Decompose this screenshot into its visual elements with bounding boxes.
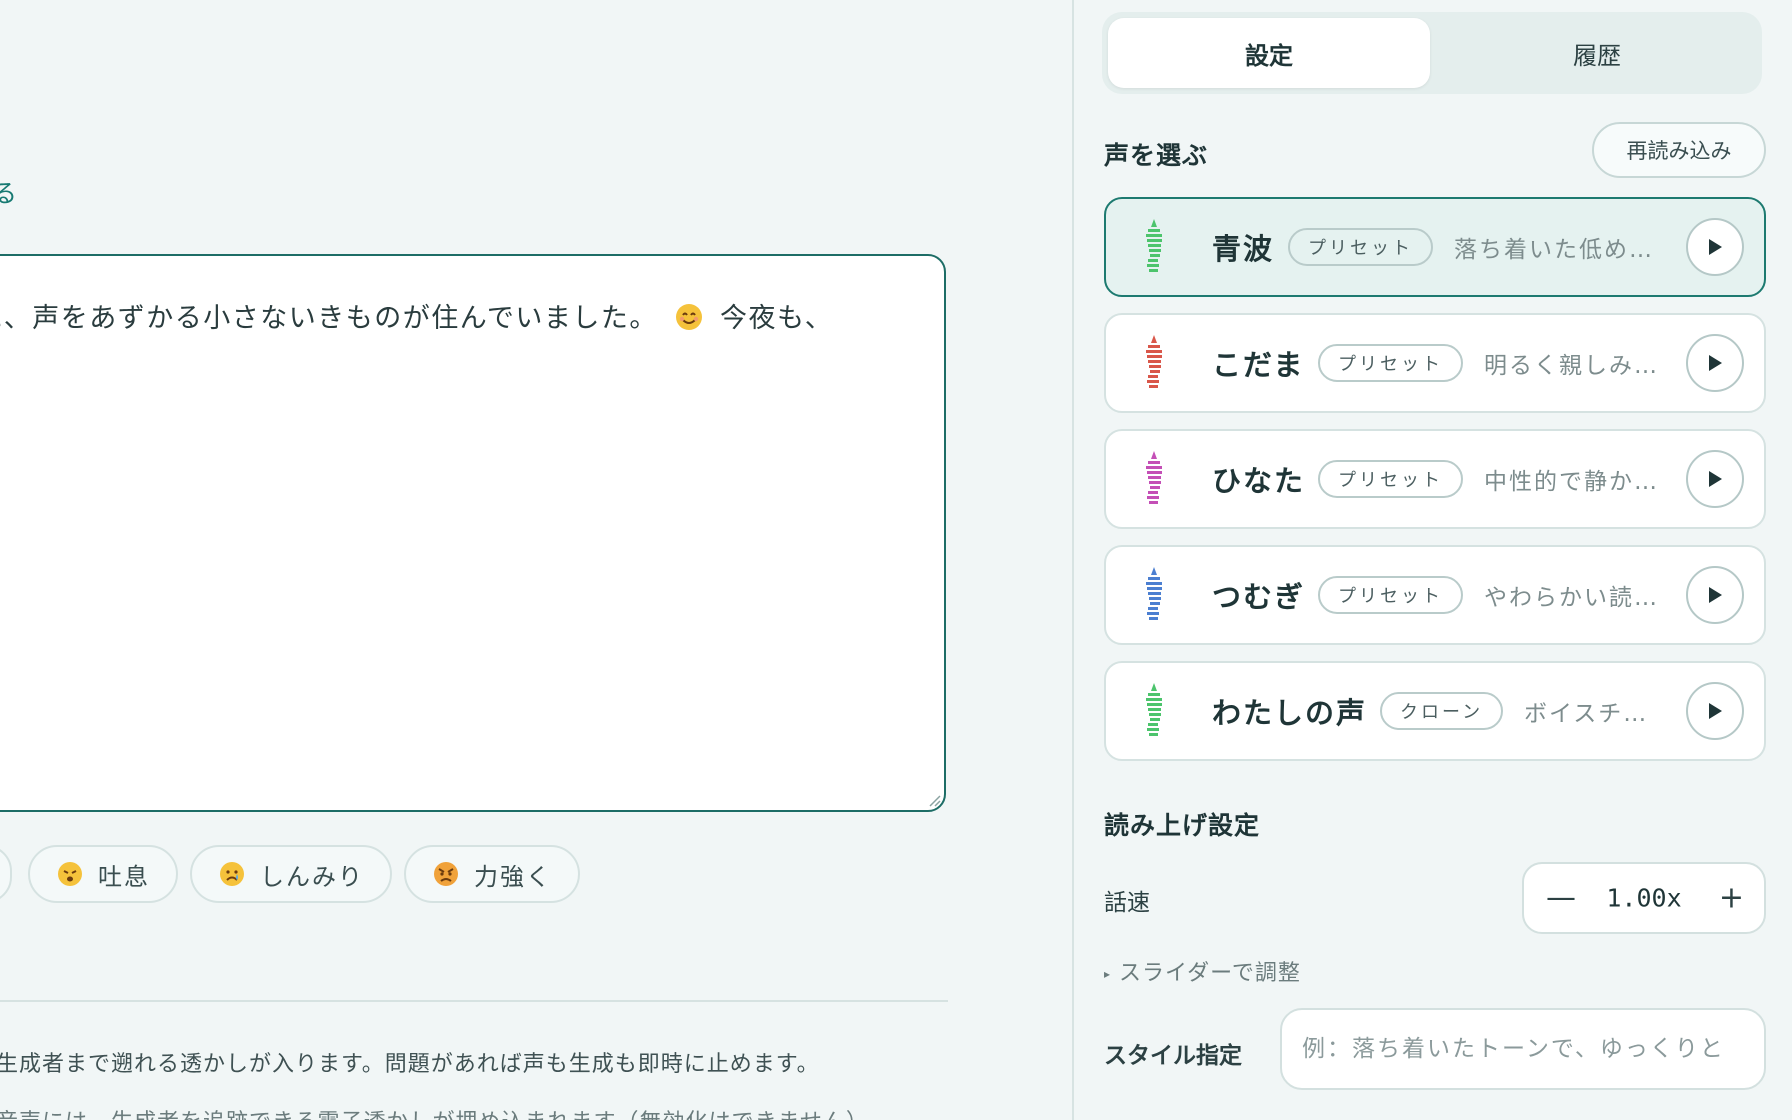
play-icon (1709, 587, 1722, 603)
emotion-chip-partial[interactable] (0, 845, 12, 903)
caret-right-icon: ▸ (1104, 967, 1112, 981)
partial-link[interactable]: る (0, 174, 17, 210)
play-icon (1709, 355, 1722, 371)
play-button[interactable] (1686, 334, 1744, 392)
watermark-notice: 生成者まで遡れる透かしが入ります。問題があれば声も生成も即時に止めます。 (0, 1052, 820, 1077)
voice-description: 落ち着いた低め… (1454, 237, 1654, 263)
text-editor[interactable]: に、声をあずかる小さないきものが住んでいました。 今夜も、 (0, 254, 946, 812)
editor-text-main: に、声をあずかる小さないきものが住んでいました。 (0, 303, 658, 334)
speed-stepper: — 1.00x + (1522, 862, 1766, 934)
editor-text-tail: 今夜も、 (720, 303, 834, 334)
emotion-chip-sigh[interactable]: 吐息 (28, 845, 178, 903)
voice-section-title: 声を選ぶ (1104, 141, 1209, 170)
sigh-emoji-icon (58, 862, 82, 886)
voice-avatar-icon (1146, 219, 1162, 272)
reload-button[interactable]: 再読み込み (1592, 122, 1766, 178)
sad-emoji-icon (220, 862, 244, 886)
angry-emoji-icon (434, 862, 458, 886)
resize-handle-icon[interactable] (927, 793, 941, 807)
reading-section-title: 読み上げ設定 (1104, 811, 1261, 840)
smile-emoji-icon (675, 304, 702, 330)
play-button[interactable] (1686, 450, 1744, 508)
watermark-notice-secondary: 音声には、生成者を追跡できる電子透かしが埋め込まれます（無効化はできません） (0, 1104, 869, 1120)
speed-label: 話速 (1104, 890, 1150, 916)
voice-avatar-icon (1146, 451, 1162, 504)
play-button[interactable] (1686, 566, 1744, 624)
voice-card-hinata[interactable]: ひなた プリセット 中性的で静か… (1104, 429, 1766, 529)
settings-sidebar: 設定 履歴 声を選ぶ 再読み込み 青波 プリセット 落ち着いた低め… こだま プ… (1072, 0, 1792, 1120)
voice-name: つむぎ (1212, 580, 1306, 614)
style-label: スタイル指定 (1104, 1043, 1242, 1069)
voice-avatar-icon (1146, 567, 1162, 620)
speed-increase-button[interactable]: + (1719, 881, 1744, 916)
voice-avatar-icon (1146, 335, 1162, 388)
voice-description: 明るく親しみ… (1484, 353, 1659, 379)
play-button[interactable] (1686, 218, 1744, 276)
editor-text: に、声をあずかる小さないきものが住んでいました。 今夜も、 (0, 296, 833, 335)
voice-card-aonami[interactable]: 青波 プリセット 落ち着いた低め… (1104, 197, 1766, 297)
voice-name: わたしの声 (1212, 696, 1368, 730)
emotion-chip-angry[interactable]: 力強く (404, 845, 580, 903)
play-button[interactable] (1686, 682, 1744, 740)
voice-badge: プリセット (1318, 576, 1463, 614)
emotion-chip-sad[interactable]: しんみり (190, 845, 392, 903)
voice-card-kodama[interactable]: こだま プリセット 明るく親しみ… (1104, 313, 1766, 413)
voice-description: やわらかい読… (1484, 585, 1659, 611)
play-icon (1709, 239, 1722, 255)
slider-toggle[interactable]: ▸ スライダーで調整 (1104, 955, 1301, 987)
play-icon (1709, 703, 1722, 719)
style-input[interactable] (1280, 1008, 1766, 1090)
voice-card-my-voice[interactable]: わたしの声 クローン ボイスチ… (1104, 661, 1766, 761)
voice-avatar-icon (1146, 683, 1162, 736)
voice-badge: プリセット (1288, 228, 1433, 266)
voice-name: 青波 (1212, 232, 1275, 266)
divider (0, 1000, 948, 1002)
play-icon (1709, 471, 1722, 487)
tab-history[interactable]: 履歴 (1436, 18, 1758, 88)
voice-name: こだま (1212, 348, 1305, 382)
voice-badge: プリセット (1318, 460, 1463, 498)
voice-badge: クローン (1380, 692, 1504, 730)
voice-name: ひなた (1212, 464, 1306, 498)
voice-description: ボイスチ… (1524, 701, 1649, 727)
main-panel: る に、声をあずかる小さないきものが住んでいました。 今夜も、 吐息 しんみり … (0, 0, 1072, 1120)
tab-bar: 設定 履歴 (1102, 12, 1762, 94)
tab-settings[interactable]: 設定 (1108, 18, 1430, 88)
voice-description: 中性的で静か… (1484, 469, 1659, 495)
voice-card-tsumugi[interactable]: つむぎ プリセット やわらかい読… (1104, 545, 1766, 645)
voice-badge: プリセット (1318, 344, 1463, 382)
